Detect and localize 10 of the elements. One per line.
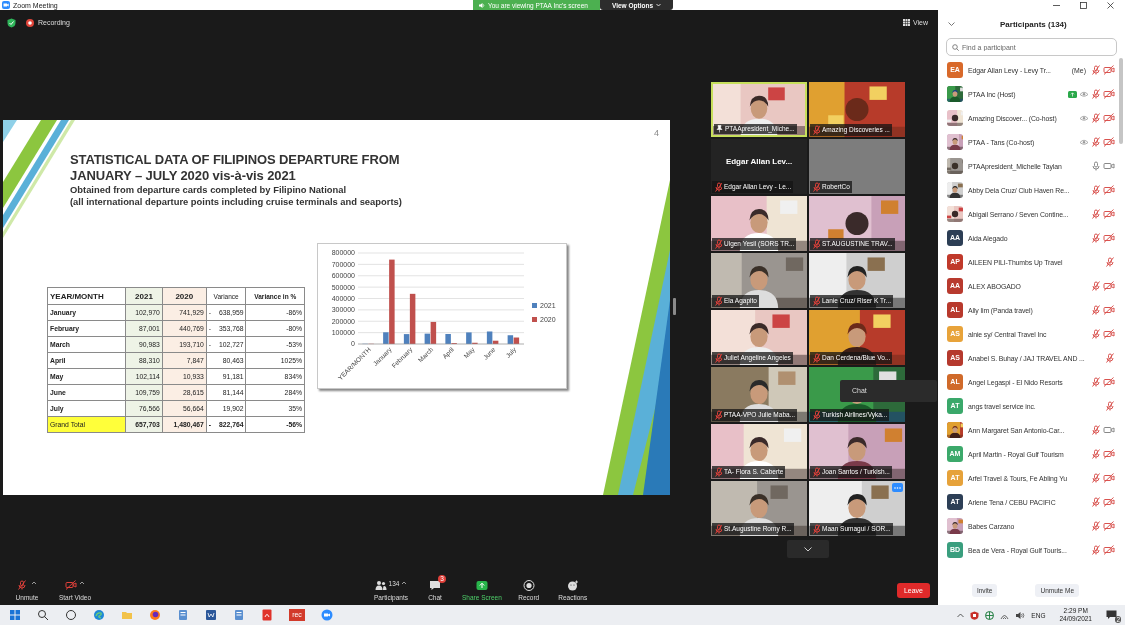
slide-title: JANUARY – JULY 2020 vis-à-vis 2021: [70, 168, 297, 184]
column-header: YEAR/MONTH: [47, 287, 126, 305]
page-number: 4: [654, 128, 659, 138]
column-header: 2021: [125, 287, 163, 305]
column-header: 2020: [162, 287, 207, 305]
slide-subtitle: Obtained from departure cards completed by Filipino National: [70, 184, 348, 196]
slide-subtitle: (all international departure points including cruise terminals and seaports): [70, 196, 403, 208]
panel-title: Participants (134): [1000, 19, 1067, 29]
participant-name: Edgar Allan Lev...: [724, 157, 794, 166]
slide-title: STATISTICAL DATA OF FILIPINOS DEPARTURE FROM: [70, 152, 401, 168]
